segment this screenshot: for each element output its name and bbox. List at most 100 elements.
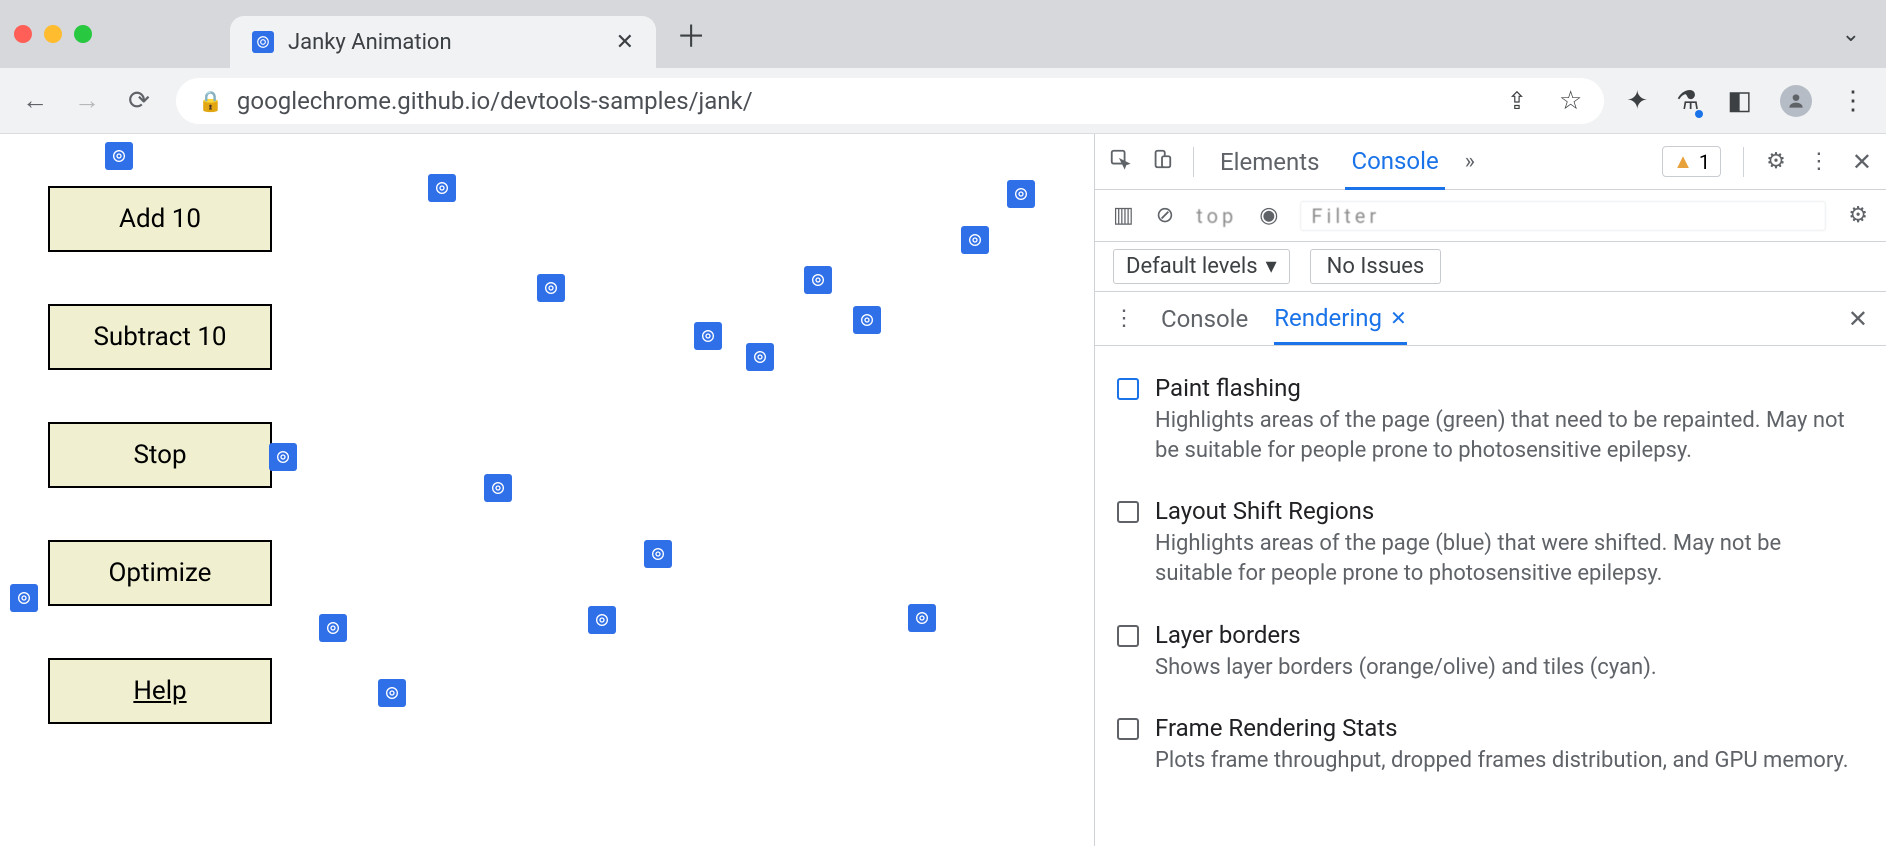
- rendering-option-desc: Highlights areas of the page (blue) that…: [1155, 529, 1858, 588]
- console-sidebar-icon[interactable]: ▥: [1113, 203, 1134, 228]
- rendering-option-desc: Plots frame throughput, dropped frames d…: [1155, 746, 1849, 776]
- animated-square: [269, 443, 297, 471]
- devtools-menu-icon[interactable]: ⋮: [1808, 149, 1830, 174]
- animated-square: [853, 306, 881, 334]
- drawer-menu-icon[interactable]: ⋮: [1113, 306, 1135, 331]
- animated-square: [1007, 180, 1035, 208]
- rendering-option-title: Layer borders: [1155, 621, 1657, 649]
- browser-toolbar: ← → ⟳ 🔒 googlechrome.github.io/devtools-…: [0, 68, 1886, 134]
- lock-icon: 🔒: [198, 89, 223, 113]
- animated-square: [10, 584, 38, 612]
- rendering-option-title: Layout Shift Regions: [1155, 497, 1858, 525]
- minimize-window-button[interactable]: [44, 25, 62, 43]
- tab-close-icon[interactable]: ✕: [616, 30, 634, 55]
- browser-menu-icon[interactable]: ⋮: [1840, 86, 1866, 116]
- page-controls: Add 10 Subtract 10 Stop Optimize Help: [48, 186, 272, 724]
- devtools-main-tabs: Elements Console » ▲1 ⚙ ⋮ ✕: [1095, 134, 1886, 190]
- tab-console[interactable]: Console: [1345, 147, 1444, 190]
- rendering-options-list: Paint flashing Highlights areas of the pa…: [1095, 346, 1886, 846]
- filter-input[interactable]: Filter: [1300, 201, 1826, 231]
- reload-button[interactable]: ⟳: [124, 86, 154, 116]
- rendering-option-checkbox[interactable]: [1117, 378, 1139, 400]
- drawer-tab-rendering[interactable]: Rendering ✕: [1274, 304, 1407, 345]
- animated-square: [105, 142, 133, 170]
- context-selector[interactable]: top: [1196, 204, 1237, 228]
- animated-square: [484, 474, 512, 502]
- drawer-close-icon[interactable]: ✕: [1848, 305, 1868, 333]
- add-10-button[interactable]: Add 10: [48, 186, 272, 252]
- animated-square: [428, 174, 456, 202]
- clear-console-icon[interactable]: ⊘: [1156, 203, 1174, 228]
- rendering-option-desc: Highlights areas of the page (green) tha…: [1155, 406, 1858, 465]
- profile-avatar[interactable]: [1780, 85, 1812, 117]
- rendering-option-checkbox[interactable]: [1117, 718, 1139, 740]
- console-settings-icon[interactable]: ⚙: [1848, 203, 1868, 228]
- warnings-badge[interactable]: ▲1: [1662, 146, 1721, 177]
- rendering-option: Frame Rendering Stats Plots frame through…: [1113, 704, 1862, 798]
- stop-button[interactable]: Stop: [48, 422, 272, 488]
- close-window-button[interactable]: [14, 25, 32, 43]
- bookmark-icon[interactable]: ☆: [1559, 86, 1582, 116]
- optimize-label: Optimize: [109, 558, 212, 588]
- animated-square: [378, 679, 406, 707]
- new-tab-button[interactable]: ＋: [676, 12, 706, 56]
- browser-tab[interactable]: Janky Animation ✕: [230, 16, 656, 68]
- tab-title: Janky Animation: [288, 30, 452, 55]
- help-label: Help: [133, 676, 186, 706]
- rendering-option-checkbox[interactable]: [1117, 501, 1139, 523]
- devtools-settings-icon[interactable]: ⚙: [1766, 149, 1786, 174]
- window-controls: [14, 25, 92, 43]
- rendering-option: Layer bordersShows layer borders (orange…: [1113, 611, 1862, 705]
- animated-square: [961, 226, 989, 254]
- log-levels-label: Default levels: [1126, 254, 1258, 279]
- animated-square: [319, 614, 347, 642]
- drawer-tab-rendering-label: Rendering: [1274, 304, 1382, 332]
- animated-square: [588, 606, 616, 634]
- optimize-button[interactable]: Optimize: [48, 540, 272, 606]
- drawer-tab-console[interactable]: Console: [1161, 305, 1248, 333]
- live-expression-icon[interactable]: ◉: [1259, 203, 1278, 228]
- maximize-window-button[interactable]: [74, 25, 92, 43]
- close-rendering-tab-icon[interactable]: ✕: [1390, 306, 1407, 330]
- tabs-overflow-icon[interactable]: ⌄: [1842, 22, 1860, 47]
- rendering-option-title: Frame Rendering Stats: [1155, 714, 1849, 742]
- labs-icon[interactable]: ⚗: [1676, 86, 1699, 116]
- url-text: googlechrome.github.io/devtools-samples/…: [237, 87, 753, 115]
- warning-icon: ▲: [1673, 149, 1693, 174]
- chevron-down-icon: ▾: [1266, 254, 1277, 279]
- browser-titlebar: Janky Animation ✕ ＋ ⌄: [0, 0, 1886, 68]
- device-toolbar-icon[interactable]: [1151, 148, 1173, 176]
- help-button[interactable]: Help: [48, 658, 272, 724]
- stop-label: Stop: [133, 440, 186, 470]
- devtools-close-icon[interactable]: ✕: [1852, 148, 1872, 176]
- rendering-option-title: Paint flashing: [1155, 374, 1858, 402]
- animated-square: [537, 274, 565, 302]
- address-bar[interactable]: 🔒 googlechrome.github.io/devtools-sample…: [176, 78, 1604, 124]
- animated-square: [644, 540, 672, 568]
- tabs-overflow-icon[interactable]: »: [1465, 149, 1475, 174]
- warning-count: 1: [1699, 150, 1710, 174]
- page-viewport: Add 10 Subtract 10 Stop Optimize Help: [0, 134, 1094, 846]
- extensions-icon[interactable]: ✦: [1626, 86, 1648, 116]
- issues-label: No Issues: [1327, 254, 1425, 279]
- devtools-drawer-tabs: ⋮ Console Rendering ✕ ✕: [1095, 292, 1886, 346]
- animated-square: [694, 322, 722, 350]
- rendering-option-checkbox[interactable]: [1117, 625, 1139, 647]
- tab-favicon-icon: [252, 31, 274, 53]
- subtract-10-button[interactable]: Subtract 10: [48, 304, 272, 370]
- console-levels-bar: Default levels ▾ No Issues: [1095, 242, 1886, 292]
- rendering-option: Layout Shift Regions Highlights areas of …: [1113, 487, 1862, 610]
- console-context-bar: ▥ ⊘ top ◉ Filter ⚙: [1095, 190, 1886, 242]
- sidepanel-icon[interactable]: ◧: [1727, 86, 1752, 116]
- share-icon[interactable]: ⇪: [1507, 87, 1527, 115]
- inspect-element-icon[interactable]: [1109, 148, 1131, 176]
- back-button[interactable]: ←: [20, 85, 50, 116]
- animated-square: [746, 343, 774, 371]
- tab-elements[interactable]: Elements: [1214, 148, 1325, 176]
- log-levels-dropdown[interactable]: Default levels ▾: [1113, 249, 1290, 284]
- toolbar-actions: ✦ ⚗ ◧ ⋮: [1626, 85, 1866, 117]
- issues-button[interactable]: No Issues: [1310, 249, 1442, 284]
- subtract-10-label: Subtract 10: [93, 322, 226, 352]
- animated-square: [908, 604, 936, 632]
- forward-button[interactable]: →: [72, 85, 102, 116]
